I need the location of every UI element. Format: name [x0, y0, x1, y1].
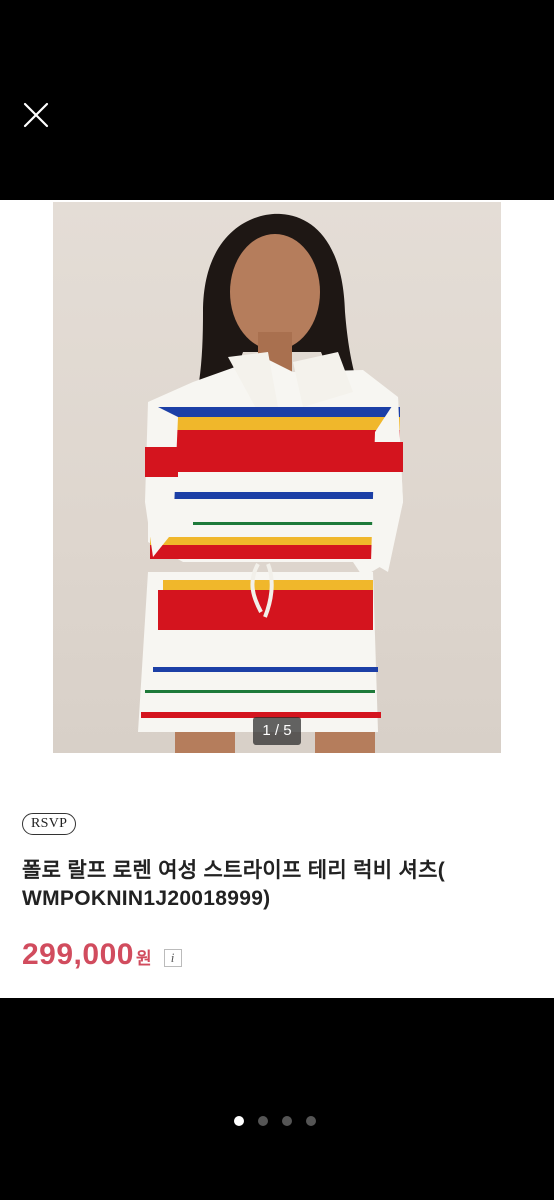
image-page-indicator: 1 / 5	[253, 717, 301, 745]
close-button[interactable]	[22, 101, 50, 129]
product-title-line-2: WMPOKNIN1J20018999)	[22, 887, 271, 910]
price-row: 299,000 원 i	[22, 938, 182, 978]
product-card: 1 / 5 RSVP 폴로 랄프 로렌 여성 스트라이프 테리 럭비 셔츠( W…	[0, 200, 554, 998]
price-currency: 원	[135, 949, 152, 968]
model-illustration	[138, 213, 403, 753]
carousel-dot[interactable]	[282, 1116, 292, 1126]
carousel-dot[interactable]	[306, 1116, 316, 1126]
close-icon	[23, 102, 49, 128]
product-price: 299,000	[22, 938, 134, 971]
carousel-dot-active[interactable]	[234, 1116, 244, 1126]
product-title-line-1: 폴로 랄프 로렌 여성 스트라이프 테리 럭비 셔츠(	[22, 859, 446, 882]
info-icon[interactable]: i	[163, 949, 182, 967]
carousel-dots	[234, 1113, 330, 1126]
carousel-dot[interactable]	[258, 1116, 268, 1126]
product-title: 폴로 랄프 로렌 여성 스트라이프 테리 럭비 셔츠( WMPOKNIN1J20…	[22, 857, 532, 913]
brand-badge[interactable]: RSVP	[22, 813, 77, 835]
product-image[interactable]: 1 / 5	[53, 202, 501, 753]
